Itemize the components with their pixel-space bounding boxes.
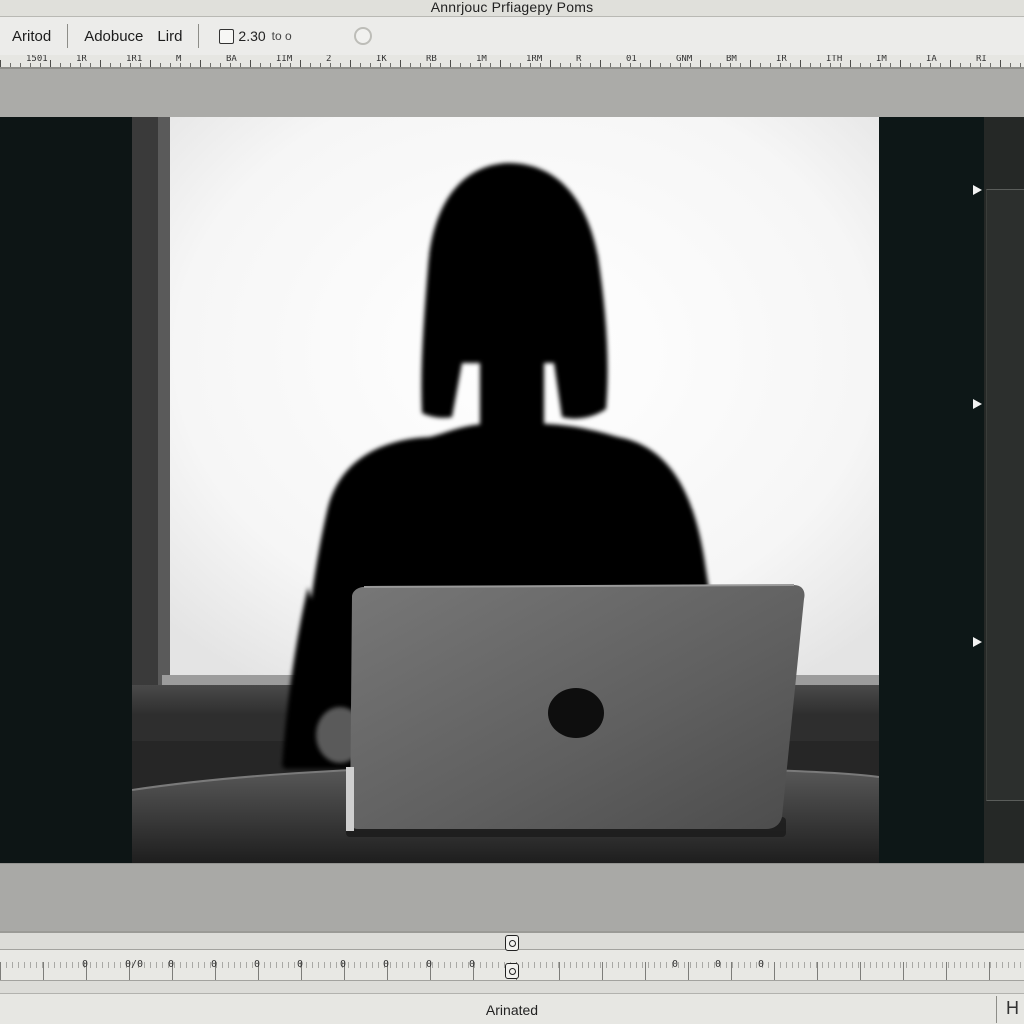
toolbar-menu-item-2[interactable]: Adobuce: [72, 28, 155, 45]
timeline-label: 0: [426, 959, 433, 970]
left-dark-panel: [0, 117, 132, 863]
ruler-label: IA: [926, 55, 937, 64]
timeline-label: 0: [672, 959, 679, 970]
timeline-label: 0/0: [125, 959, 144, 970]
marker-arrow-2-icon[interactable]: [973, 399, 982, 409]
playhead-top-knob-icon[interactable]: [505, 935, 519, 951]
horizontal-ruler: 1501 1R 1R1 M BA IIM 2 IK RB 1M 1RM R 01 GNM BM IR ITH IM…: [0, 55, 1024, 69]
timeline-label: 0: [469, 959, 476, 970]
right-dark-panel: [879, 117, 984, 863]
ruler-label: 1R1: [126, 55, 143, 64]
scroll-track[interactable]: [986, 189, 1024, 801]
ruler-label: 1R: [76, 55, 87, 64]
timeline-label: 0: [383, 959, 390, 970]
timeline-label: 0: [715, 959, 722, 970]
timeline-label: 0: [254, 959, 261, 970]
workspace-top-band: [0, 69, 1024, 118]
timeline-label: 0: [340, 959, 347, 970]
image-canvas[interactable]: [132, 117, 879, 863]
ruler-label: BM: [726, 55, 737, 64]
ruler-label: RI: [976, 55, 987, 64]
ruler-label: GNM: [676, 55, 693, 64]
ruler-label: 1M: [476, 55, 487, 64]
workspace-bottom-band: [0, 863, 1024, 932]
ruler-label: R: [576, 55, 582, 64]
ruler-label: 01: [626, 55, 637, 64]
timeline-label: 0: [297, 959, 304, 970]
timeline-playhead[interactable]: [504, 935, 520, 979]
checkbox-box[interactable]: [219, 28, 235, 44]
ruler-label: BA: [226, 55, 237, 64]
photo-editor-window: Annrjouc Prfiagepy Poms Aritod Adobuce L…: [0, 0, 1024, 1024]
timeline-label: 0: [758, 959, 765, 970]
ruler-label: 1501: [26, 55, 48, 64]
toolbar: Aritod Adobuce Lird 2.30 to o: [0, 17, 1024, 55]
workspace: [0, 69, 1024, 932]
ruler-label: IIM: [276, 55, 293, 64]
ruler-label: ITH: [826, 55, 843, 64]
zoom-checkbox[interactable]: 2.30 to o: [203, 28, 301, 44]
toolbar-menu-item-1[interactable]: Aritod: [0, 28, 63, 45]
ruler-label: IM: [876, 55, 887, 64]
toolbar-separator: [198, 24, 200, 48]
ruler-label: 2: [326, 55, 332, 64]
status-right-button[interactable]: H: [1006, 998, 1019, 1019]
ruler-label: RB: [426, 55, 437, 64]
status-bar: Arinated H: [0, 993, 1024, 1024]
ruler-label: IK: [376, 55, 387, 64]
marker-arrow-1-icon[interactable]: [973, 185, 982, 195]
ruler-ticks: [0, 60, 1024, 67]
photo-silhouette-woman-laptop: [132, 117, 879, 863]
toolbar-separator: [67, 24, 69, 48]
record-toggle-icon[interactable]: [353, 27, 372, 45]
timeline-label: 0: [82, 959, 89, 970]
timeline: 0 0/0 0 0 0 0 0 0 0 0 0 0 0: [0, 931, 1024, 995]
zoom-value: 2.30: [238, 28, 266, 44]
ruler-label: 1RM: [526, 55, 543, 64]
zoom-unit: to o: [271, 29, 292, 43]
ruler-label: M: [176, 55, 182, 64]
timeline-label: 0: [211, 959, 218, 970]
toolbar-menu-item-3[interactable]: Lird: [155, 28, 194, 45]
status-text: Arinated: [485, 1001, 539, 1018]
ruler-label: IR: [776, 55, 787, 64]
right-scroll-strip: [984, 117, 1024, 863]
playhead-bottom-knob-icon[interactable]: [505, 963, 519, 979]
window-title: Annrjouc Prfiagepy Poms: [430, 0, 594, 15]
timeline-label: 0: [168, 959, 175, 970]
title-bar: Annrjouc Prfiagepy Poms: [0, 0, 1024, 17]
status-separator: [996, 996, 997, 1023]
marker-arrow-3-icon[interactable]: [973, 637, 982, 647]
